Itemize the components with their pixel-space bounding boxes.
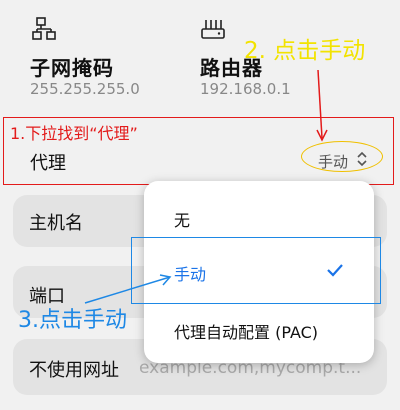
annotation-oval-yellow	[301, 141, 383, 172]
bypass-label: 不使用网址	[29, 360, 119, 381]
annotation-step3: 3.点击手动	[18, 308, 127, 333]
router-value: 192.168.0.1	[200, 80, 291, 98]
router-icon	[201, 20, 225, 39]
proxy-label: 代理	[30, 153, 66, 174]
menu-option-none[interactable]: 无	[174, 207, 190, 231]
hostname-label: 主机名	[29, 213, 83, 234]
network-tree-icon	[32, 17, 56, 40]
subnet-title: 子网掩码	[30, 56, 114, 80]
annotation-step2: 2. 点击手动	[244, 38, 366, 64]
menu-option-pac[interactable]: 代理自动配置 (PAC)	[174, 319, 318, 343]
annotation-step1: 1.下拉找到“代理”	[10, 124, 138, 143]
subnet-value: 255.255.255.0	[30, 80, 140, 98]
